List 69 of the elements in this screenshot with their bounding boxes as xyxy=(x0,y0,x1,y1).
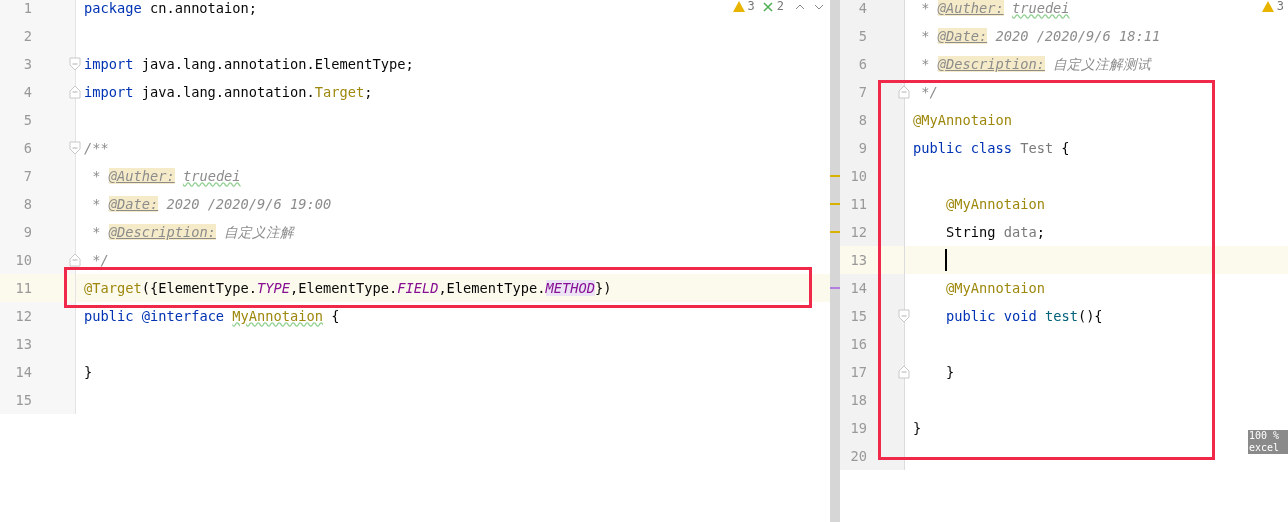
fold-marker-icon[interactable] xyxy=(69,85,81,99)
warning-icon xyxy=(1261,1,1274,12)
warning-count: 3 xyxy=(1276,0,1284,13)
line-number: 7 xyxy=(22,166,32,186)
warning-icon xyxy=(732,1,745,12)
line-number: 11 xyxy=(14,278,32,298)
code-line: package cn.annotaion; xyxy=(84,0,258,18)
line-number: 14 xyxy=(849,278,867,298)
line-number: 13 xyxy=(14,334,32,354)
line-number: 10 xyxy=(849,166,867,186)
line-number: 19 xyxy=(849,418,867,438)
code-line: /** xyxy=(84,138,109,158)
code-line: } xyxy=(946,362,955,382)
code-line: */ xyxy=(920,82,938,102)
code-line: import java.lang.annotation.ElementType; xyxy=(84,54,414,74)
line-number: 9 xyxy=(22,222,32,242)
fold-marker-icon[interactable] xyxy=(69,141,81,155)
line-number: 17 xyxy=(849,362,867,382)
warning-count: 3 xyxy=(747,0,755,13)
line-number: 4 xyxy=(22,82,32,102)
code-line: @MyAnnotaion xyxy=(913,110,1012,130)
fold-marker-icon[interactable] xyxy=(898,309,910,323)
line-number: 14 xyxy=(14,362,32,382)
code-line: String data; xyxy=(946,222,1045,242)
line-number: 12 xyxy=(849,222,867,242)
line-number: 5 xyxy=(857,26,867,46)
fold-marker-icon[interactable] xyxy=(69,57,81,71)
line-number: 6 xyxy=(22,138,32,158)
code-line: * @Date: 2020 /2020/9/6 19:00 xyxy=(91,194,332,214)
code-line: } xyxy=(84,362,93,382)
fold-marker-icon[interactable] xyxy=(898,365,910,379)
typo-count: 2 xyxy=(776,0,784,13)
fold-marker-icon[interactable] xyxy=(69,253,81,267)
code-line: } xyxy=(913,418,922,438)
line-number: 4 xyxy=(857,0,867,18)
line-number: 15 xyxy=(849,306,867,326)
line-number: 16 xyxy=(849,334,867,354)
code-line: * @Description: 自定义注解测试 xyxy=(920,54,1152,74)
code-line: public @interface MyAnnotaion { xyxy=(84,306,340,326)
line-number: 20 xyxy=(849,446,867,466)
code-line: * @Auther: truedei xyxy=(91,166,241,186)
line-number: 2 xyxy=(22,26,32,46)
code-line: */ xyxy=(91,250,109,270)
line-number: 12 xyxy=(14,306,32,326)
line-number: 13 xyxy=(849,250,867,270)
code-line: * @Description: 自定义注解 xyxy=(91,222,295,242)
line-number: 15 xyxy=(14,390,32,410)
line-number: 10 xyxy=(14,250,32,270)
line-number: 18 xyxy=(849,390,867,410)
line-number: 6 xyxy=(857,54,867,74)
line-number: 7 xyxy=(857,82,867,102)
line-number: 8 xyxy=(857,110,867,130)
code-line: @MyAnnotaion xyxy=(946,278,1045,298)
line-number: 3 xyxy=(22,54,32,74)
code-line: @Target({ElementType.TYPE,ElementType.FIELD,ElementType.METHOD}) xyxy=(84,278,612,298)
line-number: 9 xyxy=(857,138,867,158)
code-line: @MyAnnotaion xyxy=(946,194,1045,214)
code-line: public class Test { xyxy=(913,138,1070,158)
line-number: 11 xyxy=(849,194,867,214)
code-line: public void test(){ xyxy=(946,306,1103,326)
typo-icon xyxy=(761,0,774,13)
code-line: * @Auther: truedei xyxy=(920,0,1070,18)
zoom-badge: 100 % excel xyxy=(1248,430,1288,454)
code-line: * @Date: 2020 /2020/9/6 18:11 xyxy=(920,26,1161,46)
code-line: import java.lang.annotation.Target; xyxy=(84,82,373,102)
line-number: 1 xyxy=(22,0,32,18)
fold-marker-icon[interactable] xyxy=(898,85,910,99)
line-number: 8 xyxy=(22,194,32,214)
line-number: 5 xyxy=(22,110,32,130)
